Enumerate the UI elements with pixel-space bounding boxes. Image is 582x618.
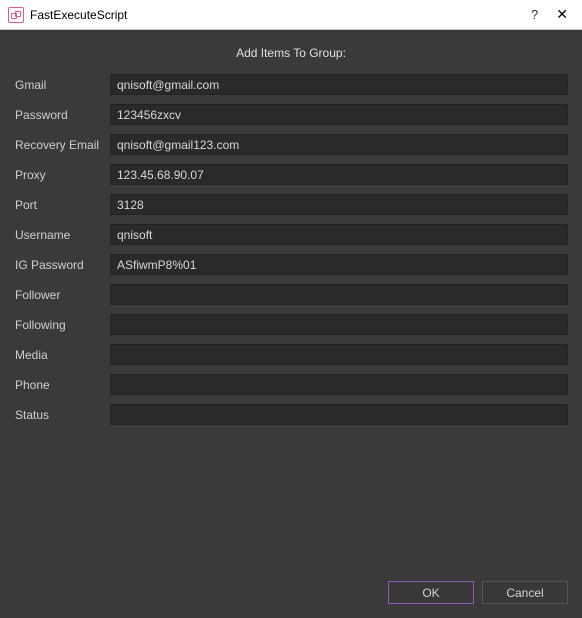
label-media: Media [14, 348, 110, 362]
row-username: Username [14, 224, 568, 245]
input-password[interactable] [110, 104, 568, 125]
row-status: Status [14, 404, 568, 425]
row-proxy: Proxy [14, 164, 568, 185]
label-password: Password [14, 108, 110, 122]
label-phone: Phone [14, 378, 110, 392]
close-button[interactable]: ✕ [556, 6, 568, 23]
app-icon [8, 7, 24, 23]
input-media[interactable] [110, 344, 568, 365]
input-gmail[interactable] [110, 74, 568, 95]
ok-button[interactable]: OK [388, 581, 474, 604]
input-phone[interactable] [110, 374, 568, 395]
row-follower: Follower [14, 284, 568, 305]
button-bar: OK Cancel [14, 569, 568, 618]
row-recovery-email: Recovery Email [14, 134, 568, 155]
input-proxy[interactable] [110, 164, 568, 185]
label-follower: Follower [14, 288, 110, 302]
label-status: Status [14, 408, 110, 422]
label-following: Following [14, 318, 110, 332]
input-status[interactable] [110, 404, 568, 425]
input-username[interactable] [110, 224, 568, 245]
row-password: Password [14, 104, 568, 125]
dialog-heading: Add Items To Group: [14, 30, 568, 74]
help-button[interactable]: ? [531, 7, 538, 22]
input-ig-password[interactable] [110, 254, 568, 275]
label-gmail: Gmail [14, 78, 110, 92]
window-title: FastExecuteScript [30, 8, 531, 22]
row-media: Media [14, 344, 568, 365]
row-ig-password: IG Password [14, 254, 568, 275]
label-username: Username [14, 228, 110, 242]
label-ig-password: IG Password [14, 258, 110, 272]
form: Gmail Password Recovery Email Proxy Port… [14, 74, 568, 569]
titlebar: FastExecuteScript ? ✕ [0, 0, 582, 30]
dialog-content: Add Items To Group: Gmail Password Recov… [0, 30, 582, 618]
row-phone: Phone [14, 374, 568, 395]
input-follower[interactable] [110, 284, 568, 305]
cancel-button[interactable]: Cancel [482, 581, 568, 604]
row-port: Port [14, 194, 568, 215]
label-port: Port [14, 198, 110, 212]
label-proxy: Proxy [14, 168, 110, 182]
label-recovery-email: Recovery Email [14, 138, 110, 152]
input-port[interactable] [110, 194, 568, 215]
input-following[interactable] [110, 314, 568, 335]
row-gmail: Gmail [14, 74, 568, 95]
titlebar-controls: ? ✕ [531, 6, 574, 23]
input-recovery-email[interactable] [110, 134, 568, 155]
row-following: Following [14, 314, 568, 335]
